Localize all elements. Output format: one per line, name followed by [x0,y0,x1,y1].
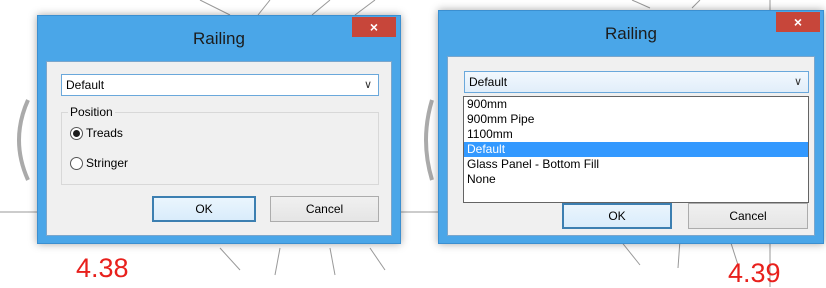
combo-value: Default [66,78,105,92]
cancel-button[interactable]: Cancel [270,196,379,222]
combo-value: Default [469,75,508,89]
dialog-client: Default ∨ Position Treads Stringer OK Ca… [46,61,392,236]
dropdown-option[interactable]: None [464,172,808,187]
cancel-button[interactable]: Cancel [688,203,808,229]
radio-unselected-icon [70,157,83,171]
railing-dialog-right: Railing × Default ∨ OK Cancel 900mm 900mm… [438,10,824,244]
chevron-down-icon: ∨ [793,76,802,88]
close-button[interactable]: × [776,12,820,32]
railing-type-combo[interactable]: Default ∨ [61,74,379,96]
figure-caption-left: 4.38 [76,253,129,283]
railing-dialog-left: Railing × Default ∨ Position Treads Stri… [37,15,401,244]
radio-stringer[interactable]: Stringer [70,155,128,171]
position-group: Position Treads Stringer [61,105,379,185]
radio-selected-icon [70,127,83,141]
close-button[interactable]: × [352,17,396,37]
figure-caption-right: 4.39 [728,258,781,288]
railing-type-dropdown-list[interactable]: 900mm 900mm Pipe 1100mm Default Glass Panel … [463,96,809,203]
dialog-title: Railing [193,29,245,48]
dropdown-option[interactable]: 900mm Pipe [464,112,808,127]
dropdown-option[interactable]: 900mm [464,97,808,112]
dialog-title: Railing [605,24,657,43]
radio-treads[interactable]: Treads [70,125,123,141]
dropdown-option[interactable]: 1100mm [464,127,808,142]
radio-treads-label: Treads [86,126,123,140]
position-group-label: Position [68,105,115,119]
dropdown-option[interactable]: Glass Panel - Bottom Fill [464,157,808,172]
dropdown-option[interactable]: Default [464,142,808,157]
radio-stringer-label: Stringer [86,156,129,170]
railing-type-combo[interactable]: Default ∨ [464,71,809,93]
ok-button[interactable]: OK [562,203,672,229]
ok-button[interactable]: OK [152,196,256,222]
chevron-down-icon: ∨ [363,79,372,91]
